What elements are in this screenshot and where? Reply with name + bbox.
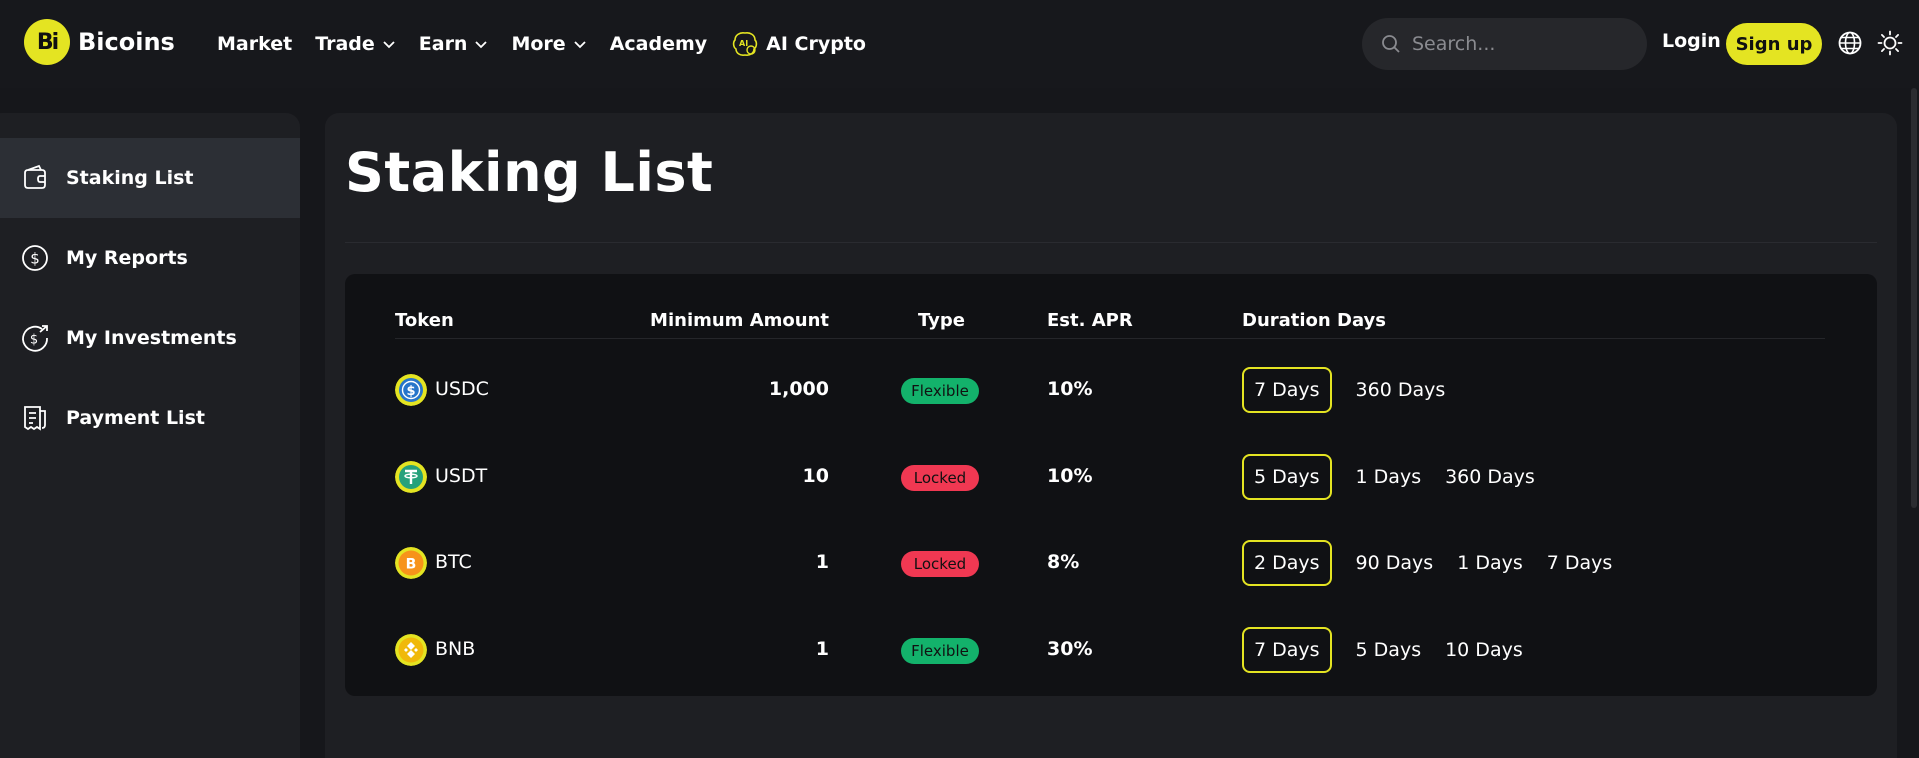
type-badge: Locked — [901, 551, 979, 577]
sidebar-item-my-investments[interactable]: $ My Investments — [0, 298, 300, 378]
login-link[interactable]: Login — [1662, 30, 1721, 52]
apr-value: 10% — [1047, 465, 1093, 487]
usdt-icon — [395, 461, 427, 493]
duration-options: 5 Days 1 Days 360 Days — [1242, 453, 1559, 501]
duration-option[interactable]: 10 Days — [1445, 627, 1523, 673]
svg-text:$: $ — [406, 384, 415, 399]
duration-option[interactable]: 90 Days — [1356, 540, 1434, 586]
nav-market[interactable]: Market — [217, 33, 292, 55]
logo-badge: Bi — [24, 19, 70, 65]
top-header: Bi Bicoins Market Trade Earn More Academ… — [0, 0, 1919, 88]
page-scrollbar[interactable] — [1909, 88, 1919, 758]
table-row[interactable]: $ USDC 1,000 Flexible 10% 7 Days 360 Day… — [345, 366, 1877, 414]
token-name: BNB — [435, 638, 476, 660]
min-amount: 1,000 — [768, 378, 829, 400]
type-badge: Locked — [901, 465, 979, 491]
svg-text:$: $ — [30, 250, 40, 268]
column-header-apr: Est. APR — [1047, 310, 1133, 331]
sidebar-item-staking-list[interactable]: Staking List — [0, 138, 300, 218]
column-header-token: Token — [395, 310, 454, 331]
usdc-icon: $ — [395, 374, 427, 406]
duration-options: 7 Days 5 Days 10 Days — [1242, 626, 1547, 674]
chevron-down-icon — [475, 41, 488, 49]
chevron-down-icon — [574, 41, 586, 49]
min-amount: 10 — [802, 465, 829, 487]
duration-option[interactable]: 1 Days — [1457, 540, 1523, 586]
globe-icon[interactable] — [1837, 30, 1863, 56]
sidebar-item-label: My Investments — [66, 327, 237, 349]
nav-academy[interactable]: Academy — [610, 33, 707, 55]
chevron-down-icon — [383, 41, 395, 49]
search-icon — [1382, 35, 1400, 53]
duration-options: 7 Days 360 Days — [1242, 366, 1469, 414]
btc-icon: B — [395, 547, 427, 579]
token-name: BTC — [435, 551, 472, 573]
type-badge: Flexible — [901, 638, 979, 664]
logo-text: Bicoins — [78, 28, 175, 56]
nav-earn[interactable]: Earn — [419, 33, 489, 55]
table-row[interactable]: USDT 10 Locked 10% 5 Days 1 Days 360 Day… — [345, 453, 1877, 501]
scrollbar-thumb[interactable] — [1911, 88, 1917, 508]
dollar-circle-icon: $ — [22, 245, 48, 271]
wallet-icon — [24, 164, 46, 189]
logo-link[interactable]: Bi Bicoins — [24, 18, 175, 66]
duration-option[interactable]: 1 Days — [1356, 454, 1422, 500]
column-header-duration: Duration Days — [1242, 310, 1386, 331]
min-amount: 1 — [815, 638, 829, 660]
duration-option[interactable]: 2 Days — [1242, 540, 1332, 586]
sidebar-item-label: My Reports — [66, 247, 188, 269]
svg-text:B: B — [406, 557, 417, 573]
nav-ai-crypto[interactable]: AI AI Crypto — [730, 29, 866, 59]
apr-value: 8% — [1047, 551, 1080, 573]
nav-earn-label: Earn — [418, 33, 468, 55]
sidebar: Staking List $ My Reports $ My Investmen… — [0, 113, 300, 758]
nav-market-label: Market — [217, 33, 293, 55]
sidebar-item-my-reports[interactable]: $ My Reports — [0, 218, 300, 298]
nav-more[interactable]: More — [511, 33, 586, 55]
column-header-min-amount: Minimum Amount — [650, 310, 829, 331]
sidebar-item-label: Staking List — [66, 167, 194, 189]
svg-text:AI: AI — [739, 39, 748, 48]
duration-option[interactable]: 7 Days — [1547, 540, 1613, 586]
nav-trade[interactable]: Trade — [315, 33, 396, 55]
duration-option[interactable]: 5 Days — [1356, 627, 1422, 673]
header-divider — [395, 338, 1825, 339]
duration-option[interactable]: 7 Days — [1242, 627, 1332, 673]
min-amount: 1 — [815, 551, 829, 573]
nav-academy-label: Academy — [609, 33, 708, 55]
signup-button[interactable]: Sign up — [1726, 23, 1822, 65]
duration-option[interactable]: 360 Days — [1356, 367, 1446, 413]
receipt-icon — [24, 406, 46, 431]
ai-brain-icon: AI — [732, 32, 758, 56]
apr-value: 10% — [1047, 378, 1093, 400]
duration-options: 2 Days 90 Days 1 Days 7 Days — [1242, 539, 1636, 587]
main-panel: Staking List Token Minimum Amount Type E… — [325, 113, 1897, 758]
apr-value: 30% — [1047, 638, 1093, 660]
bnb-icon — [395, 634, 427, 666]
staking-table: Token Minimum Amount Type Est. APR Durat… — [345, 274, 1877, 696]
duration-option[interactable]: 5 Days — [1242, 454, 1332, 500]
main-nav: Market Trade Earn More Academy AI AI Cry… — [217, 0, 889, 88]
duration-option[interactable]: 360 Days — [1445, 454, 1535, 500]
sidebar-item-payment-list[interactable]: Payment List — [0, 378, 300, 458]
nav-ai-crypto-label: AI Crypto — [766, 33, 866, 55]
token-name: USDC — [435, 378, 489, 400]
search-input[interactable] — [1412, 33, 1632, 55]
duration-option[interactable]: 7 Days — [1242, 367, 1332, 413]
type-badge: Flexible — [901, 378, 979, 404]
page-title: Staking List — [345, 141, 714, 204]
nav-more-label: More — [511, 33, 566, 55]
title-divider — [345, 242, 1877, 243]
investment-icon: $ — [22, 325, 48, 352]
search-box[interactable] — [1362, 18, 1647, 70]
theme-sun-icon[interactable] — [1877, 30, 1903, 56]
sidebar-item-label: Payment List — [66, 407, 205, 429]
token-name: USDT — [435, 465, 488, 487]
column-header-type: Type — [918, 310, 965, 331]
nav-trade-label: Trade — [315, 33, 375, 55]
table-row[interactable]: B BTC 1 Locked 8% 2 Days 90 Days 1 Days … — [345, 539, 1877, 587]
svg-text:$: $ — [30, 333, 38, 348]
table-row[interactable]: BNB 1 Flexible 30% 7 Days 5 Days 10 Days — [345, 626, 1877, 674]
